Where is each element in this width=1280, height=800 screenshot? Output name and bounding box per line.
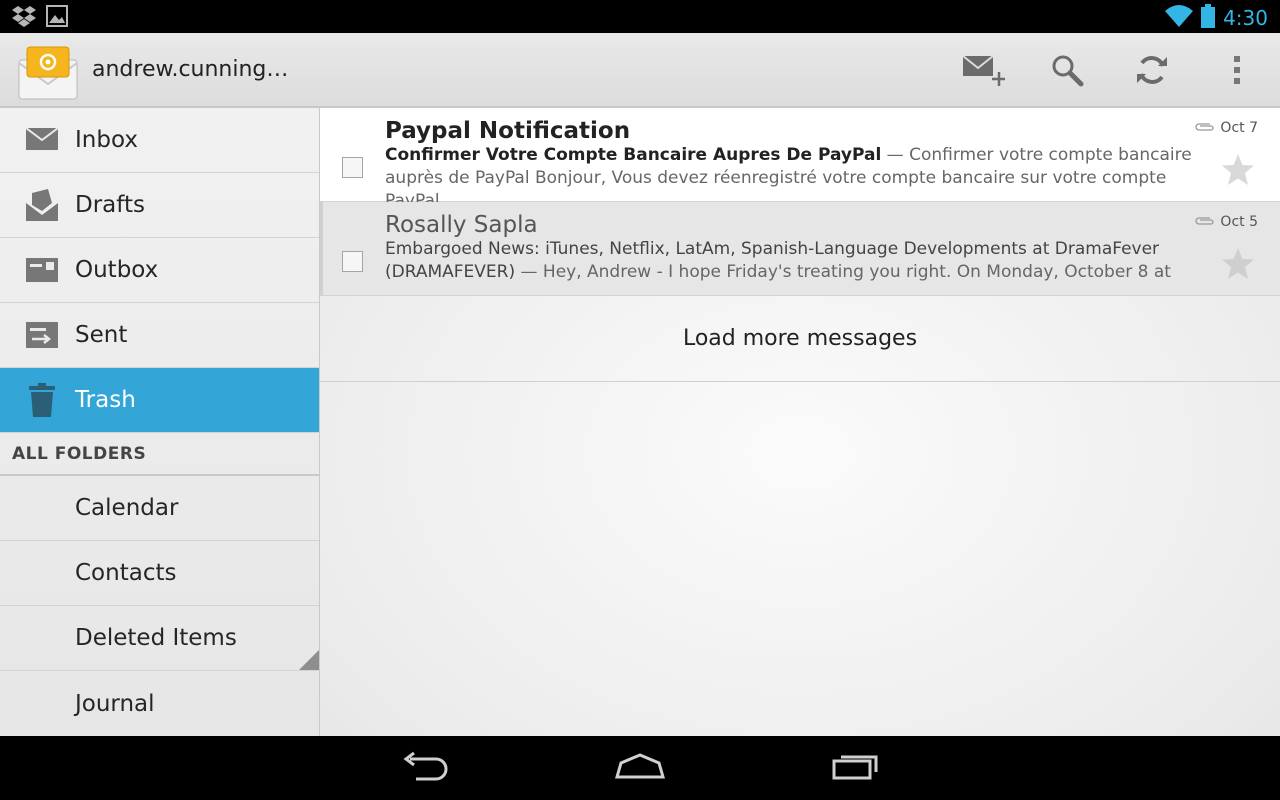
sidebar-item-label: Outbox <box>75 257 159 283</box>
sidebar-item-label: Journal <box>75 690 155 717</box>
sent-icon <box>25 318 59 352</box>
recent-apps-button[interactable] <box>826 750 886 786</box>
sidebar-item-label: Trash <box>75 387 136 413</box>
star-icon[interactable] <box>1220 152 1256 188</box>
recent-apps-icon <box>832 752 880 784</box>
wifi-icon <box>1165 5 1194 31</box>
sidebar-item-label: Contacts <box>75 560 177 586</box>
back-icon <box>400 751 448 785</box>
folder-sidebar: Inbox Drafts Outbox Sent Trash ALL FOLDE… <box>0 108 320 736</box>
message-preview: Embargoed News: iTunes, Netflix, LatAm, … <box>385 238 1185 284</box>
all-folders-header: ALL FOLDERS <box>0 433 319 476</box>
clock: 4:30 <box>1223 6 1268 30</box>
sidebar-item-inbox[interactable]: Inbox <box>0 108 319 173</box>
sidebar-item-outbox[interactable]: Outbox <box>0 238 319 303</box>
message-list: Paypal Notification Confirmer Votre Comp… <box>320 108 1280 736</box>
action-bar: andrew.cunning… <box>0 33 1280 108</box>
email-app-icon[interactable] <box>18 46 78 100</box>
account-name[interactable]: andrew.cunning… <box>92 57 288 82</box>
sidebar-item-sent[interactable]: Sent <box>0 303 319 368</box>
sidebar-item-journal[interactable]: Journal <box>0 671 319 736</box>
refresh-icon <box>1134 52 1170 92</box>
dropbox-icon <box>12 5 36 31</box>
message-sender: Rosally Sapla <box>385 212 538 238</box>
sidebar-item-label: Deleted Items <box>75 625 237 651</box>
gallery-icon <box>46 5 68 31</box>
sidebar-item-drafts[interactable]: Drafts <box>0 173 319 238</box>
status-bar: 4:30 <box>0 0 1280 33</box>
sidebar-item-label: Inbox <box>75 127 138 153</box>
star-icon[interactable] <box>1220 246 1256 282</box>
home-button[interactable] <box>610 750 670 786</box>
load-more-button[interactable]: Load more messages <box>320 296 1280 382</box>
back-button[interactable] <box>394 750 454 786</box>
message-row[interactable]: Paypal Notification Confirmer Votre Comp… <box>320 108 1280 211</box>
home-icon <box>615 753 665 783</box>
sidebar-item-label: Calendar <box>75 495 179 521</box>
sidebar-item-calendar[interactable]: Calendar <box>0 476 319 541</box>
message-sender: Paypal Notification <box>385 118 631 144</box>
message-row[interactable]: Rosally Sapla Embargoed News: iTunes, Ne… <box>320 202 1280 296</box>
sidebar-item-contacts[interactable]: Contacts <box>0 541 319 606</box>
message-date-group: Oct 7 <box>1194 120 1258 136</box>
refresh-button[interactable] <box>1127 47 1177 97</box>
battery-icon <box>1201 4 1216 32</box>
sidebar-item-label: Sent <box>75 322 128 348</box>
trash-icon <box>25 383 59 417</box>
message-checkbox[interactable] <box>342 251 363 272</box>
navigation-bar <box>0 736 1280 800</box>
message-date: Oct 7 <box>1220 120 1258 136</box>
compose-icon <box>961 52 1006 92</box>
attachment-icon <box>1194 120 1215 136</box>
compose-button[interactable] <box>958 47 1008 97</box>
overflow-menu-icon <box>1233 55 1241 89</box>
outbox-icon <box>25 253 59 287</box>
message-checkbox[interactable] <box>342 157 363 178</box>
sidebar-item-trash[interactable]: Trash <box>0 368 319 433</box>
inbox-icon <box>25 123 59 157</box>
drafts-icon <box>25 188 59 222</box>
sidebar-item-label: Drafts <box>75 192 145 218</box>
message-date: Oct 5 <box>1220 214 1258 230</box>
message-date-group: Oct 5 <box>1194 214 1258 230</box>
search-icon <box>1050 53 1084 91</box>
message-subject: Confirmer Votre Compte Bancaire Aupres D… <box>385 145 882 165</box>
sidebar-item-deleted-items[interactable]: Deleted Items <box>0 606 319 671</box>
attachment-icon <box>1194 214 1215 230</box>
message-snippet: — Hey, Andrew - I hope Friday's treating… <box>515 262 1171 282</box>
scroll-indicator[interactable] <box>299 650 319 670</box>
search-button[interactable] <box>1042 47 1092 97</box>
overflow-menu-button[interactable] <box>1212 47 1262 97</box>
